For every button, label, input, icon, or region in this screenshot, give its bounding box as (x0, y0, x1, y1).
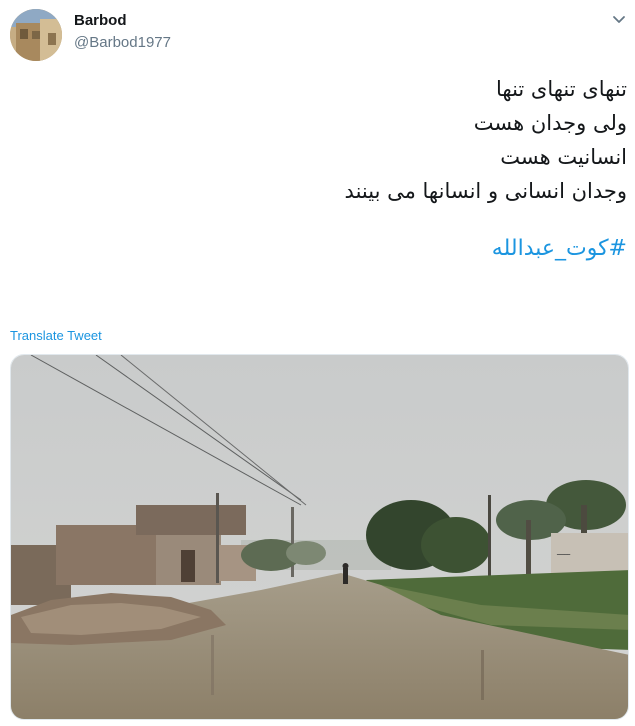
svg-text:ـــــ: ـــــ (556, 548, 571, 558)
username[interactable]: @Barbod1977 (74, 34, 171, 51)
tweet-line: ولی وجدان هست (473, 111, 627, 135)
tweet-line: انسانیت هست (500, 145, 627, 169)
avatar-photo-icon (10, 9, 62, 61)
tweet-photo[interactable]: ـــــ (10, 354, 629, 720)
translate-tweet-link[interactable]: Translate Tweet (10, 328, 102, 343)
hashtag-link[interactable]: #كوت_عبدالله (492, 236, 627, 261)
flooded-street-photo: ـــــ (11, 355, 628, 719)
chevron-down-icon[interactable] (609, 9, 629, 29)
display-name[interactable]: Barbod (74, 12, 127, 29)
tweet-line: وجدان انسانی و انسانها می بینند (344, 179, 627, 203)
avatar[interactable] (10, 9, 62, 61)
tweet-line: تنهای تنهای تنها (495, 77, 627, 101)
tweet-text: تنهای تنهای تنها ولی وجدان هست انسانیت ه… (27, 72, 627, 208)
